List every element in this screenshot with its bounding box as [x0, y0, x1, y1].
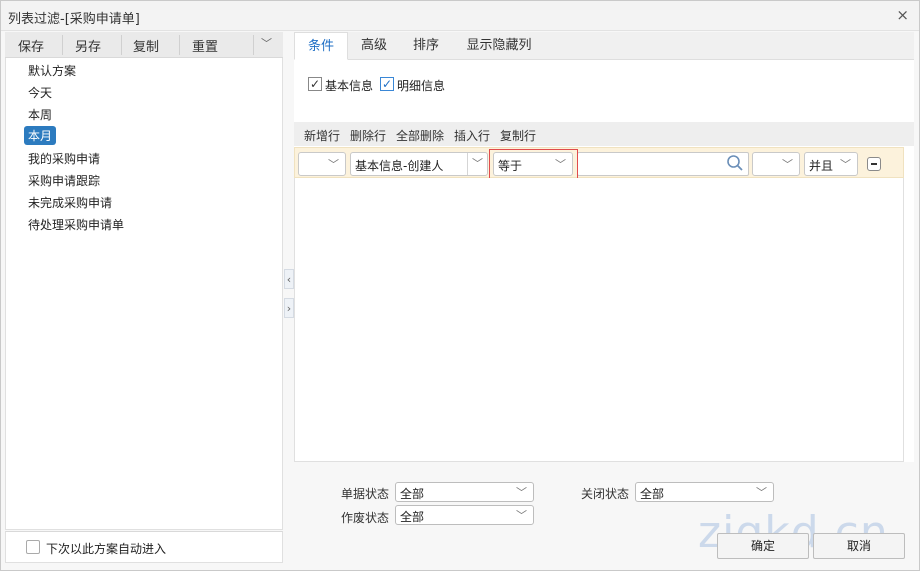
remove-condition-icon[interactable]: [867, 157, 881, 171]
condition-row: ﹀ 基本信息-创建人 ﹀ 等于 ﹀ ﹀ 并且 ﹀: [294, 147, 904, 178]
tab-advanced[interactable]: 高级: [352, 32, 396, 60]
save-as-button[interactable]: 另存: [75, 36, 101, 55]
logic-select[interactable]: 并且 ﹀: [804, 152, 858, 176]
close-icon[interactable]: ×: [896, 6, 909, 24]
scheme-item-my-requests[interactable]: 我的采购申请: [24, 149, 104, 168]
chevron-down-icon: ﹀: [840, 158, 851, 171]
scheme-item-today[interactable]: 今天: [24, 83, 56, 102]
cancel-button[interactable]: 取消: [813, 533, 905, 559]
chevron-down-icon: ﹀: [516, 486, 527, 499]
void-status-label: 作废状态: [341, 511, 390, 525]
ok-button[interactable]: 确定: [717, 533, 809, 559]
row-action-bar: 新增行 删除行 全部删除 插入行 复制行: [294, 122, 914, 146]
delete-all-button[interactable]: 全部删除: [396, 127, 444, 144]
scheme-item-tracking[interactable]: 采购申请跟踪: [24, 171, 104, 190]
scheme-item-pending[interactable]: 待处理采购申请单: [24, 215, 128, 234]
scheme-item-this-month[interactable]: 本月: [24, 126, 57, 145]
search-icon[interactable]: [726, 154, 744, 172]
copy-button[interactable]: 复制: [133, 36, 159, 55]
insert-row-button[interactable]: 插入行: [454, 127, 490, 144]
toolbar-divider: [179, 35, 180, 55]
chevron-down-icon: ﹀: [782, 158, 793, 171]
panel-splitter: ‹ ›: [284, 32, 294, 562]
void-status-select[interactable]: 全部 ﹀: [395, 505, 534, 525]
scheme-list: 默认方案 今天 本周 本月 我的采购申请 采购申请跟踪 未完成采购申请 待处理采…: [5, 58, 283, 530]
chevron-down-icon: ﹀: [516, 509, 527, 522]
collapse-left-icon[interactable]: ‹: [284, 269, 294, 289]
scheme-toolbar: 保存 另存 复制 重置 ﹀: [5, 32, 283, 58]
chevron-down-icon: ﹀: [328, 158, 339, 171]
reset-button[interactable]: 重置: [192, 36, 218, 55]
detail-info-checkbox[interactable]: ✓: [380, 77, 394, 91]
scheme-footer: 下次以此方案自动进入: [5, 531, 283, 563]
filter-dialog: 列表过滤-[采购申请单] × 保存 另存 复制 重置 ﹀ 默认方案 今天 本周 …: [0, 0, 920, 571]
chevron-down-icon: ﹀: [756, 486, 767, 499]
save-button[interactable]: 保存: [18, 36, 44, 55]
delete-row-button[interactable]: 删除行: [350, 127, 386, 144]
auto-enter-label: 下次以此方案自动进入: [46, 542, 167, 556]
expand-right-icon[interactable]: ›: [284, 298, 294, 318]
left-bracket-select[interactable]: ﹀: [298, 152, 346, 176]
copy-row-button[interactable]: 复制行: [500, 127, 536, 144]
basic-info-checkbox[interactable]: ✓: [308, 77, 322, 91]
conditions-panel: ✓ 基本信息 ✓ 明细信息 新增行 删除行 全部删除 插入行 复制行 ﹀ 基本信…: [294, 60, 914, 462]
tab-conditions[interactable]: 条件: [294, 32, 348, 60]
tab-show-hide-columns[interactable]: 显示隐藏列: [457, 32, 541, 60]
detail-info-label: 明细信息: [397, 79, 446, 93]
scheme-item-this-week[interactable]: 本周: [24, 105, 56, 124]
auto-enter-checkbox[interactable]: [26, 540, 40, 554]
field-select[interactable]: 基本信息-创建人 ﹀: [350, 152, 488, 176]
condition-grid: [294, 178, 904, 462]
close-status-label: 关闭状态: [581, 487, 630, 501]
scheme-item-unfinished[interactable]: 未完成采购申请: [24, 193, 116, 212]
basic-info-label: 基本信息: [325, 79, 374, 93]
tab-bar: 条件 高级 排序 显示隐藏列: [294, 32, 914, 60]
doc-status-label: 单据状态: [341, 487, 390, 501]
toolbar-divider: [62, 35, 63, 55]
add-row-button[interactable]: 新增行: [304, 127, 340, 144]
right-bracket-select[interactable]: ﹀: [752, 152, 800, 176]
dialog-title: 列表过滤-[采购申请单]: [8, 12, 140, 27]
tab-sort[interactable]: 排序: [404, 32, 448, 60]
scheme-item-default[interactable]: 默认方案: [24, 61, 80, 80]
close-status-select[interactable]: 全部 ﹀: [635, 482, 774, 502]
doc-status-select[interactable]: 全部 ﹀: [395, 482, 534, 502]
toolbar-divider: [253, 35, 254, 55]
chevron-down-icon: ﹀: [467, 153, 487, 175]
chevron-down-icon[interactable]: ﹀: [261, 35, 272, 51]
value-input[interactable]: [577, 152, 749, 176]
title-bar: 列表过滤-[采购申请单] ×: [1, 1, 919, 31]
toolbar-divider: [121, 35, 122, 55]
